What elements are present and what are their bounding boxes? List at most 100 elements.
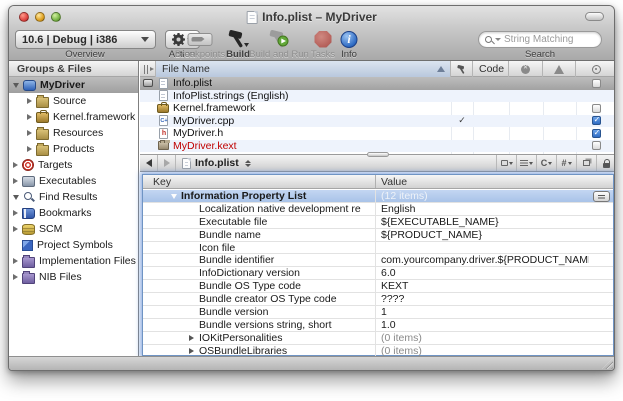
plist-row-iokitpersonalities[interactable]: IOKitPersonalities (0 items): [143, 332, 613, 345]
sidebar-item-implementation-files[interactable]: Implementation Files: [9, 253, 138, 269]
overview-popup[interactable]: 10.6 | Debug | i386: [15, 30, 156, 49]
sidebar-item-executables[interactable]: Executables: [9, 173, 138, 189]
sidebar-item-targets[interactable]: Targets: [9, 157, 138, 173]
sidebar-item-bookmarks[interactable]: Bookmarks: [9, 205, 138, 221]
plist-row-bundle-os-type-code[interactable]: Bundle OS Type code KEXT: [143, 280, 613, 293]
column-header-file-name[interactable]: File Name: [156, 61, 451, 77]
plist-value[interactable]: [381, 242, 589, 254]
plist-value[interactable]: 1.0: [381, 319, 589, 331]
sidebar-item-mydriver[interactable]: MyDriver: [9, 77, 138, 93]
build-button[interactable]: [226, 29, 250, 49]
disclosure-triangle-icon[interactable]: [13, 83, 19, 88]
search-input[interactable]: [504, 34, 588, 45]
target-checkbox[interactable]: [592, 104, 601, 113]
plist-row-bundle-name[interactable]: Bundle name ${PRODUCT_NAME}: [143, 229, 613, 242]
plist-value[interactable]: ????: [381, 293, 589, 305]
titlebar[interactable]: Info.plist – MyDriver: [9, 6, 614, 28]
file-row-info-plist[interactable]: Info.plist: [140, 77, 615, 90]
sidebar-item-kernel-framework[interactable]: Kernel.framework: [9, 109, 138, 125]
target-checkbox[interactable]: [592, 129, 601, 138]
disclosure-triangle-icon[interactable]: [13, 195, 19, 200]
sidebar-item-products[interactable]: Products: [9, 141, 138, 157]
markers-button[interactable]: [516, 155, 536, 171]
file-row-infoplist-strings[interactable]: InfoPlist.strings (English): [140, 90, 615, 103]
plist-row-icon-file[interactable]: Icon file: [143, 242, 613, 255]
file-row-mydriver-cpp[interactable]: MyDriver.cpp ✓: [140, 115, 615, 128]
forward-button[interactable]: [158, 155, 176, 171]
resize-grip[interactable]: [602, 358, 613, 369]
splitter-column-header[interactable]: [140, 61, 156, 77]
split-editor-button[interactable]: [576, 155, 596, 171]
target-checkbox[interactable]: [592, 141, 601, 150]
minimize-button[interactable]: [35, 12, 45, 22]
zoom-button[interactable]: [51, 12, 61, 22]
disclosure-triangle-icon[interactable]: [189, 335, 194, 341]
plist-row-infodictionary-version[interactable]: InfoDictionary version 6.0: [143, 267, 613, 280]
plist-row-bundle-version[interactable]: Bundle version 1: [143, 306, 613, 319]
plist-value[interactable]: (12 items): [381, 190, 589, 202]
sidebar-item-label: Targets: [38, 159, 72, 171]
breakpoints-button[interactable]: [188, 29, 213, 49]
target-checkbox[interactable]: [592, 79, 601, 88]
plist-value[interactable]: ${PRODUCT_NAME}: [381, 229, 589, 241]
file-row-mydriver-h[interactable]: MyDriver.h: [140, 127, 615, 140]
search-field[interactable]: [478, 31, 602, 48]
line-numbers-button[interactable]: #: [556, 155, 576, 171]
disclosure-triangle-icon[interactable]: [13, 162, 18, 168]
toolbar: 10.6 | Debug | i386 Overview Action Brea…: [9, 28, 614, 61]
column-header-target[interactable]: [576, 61, 615, 77]
sidebar-item-scm[interactable]: SCM: [9, 221, 138, 237]
sidebar-item-nib-files[interactable]: NIB Files: [9, 269, 138, 285]
disclosure-triangle-icon[interactable]: [13, 226, 18, 232]
file-popup[interactable]: Info.plist: [176, 157, 257, 169]
disclosure-triangle-icon[interactable]: [13, 274, 18, 280]
plist-value[interactable]: (0 items): [381, 332, 589, 344]
column-header-warnings[interactable]: [543, 61, 576, 77]
plist-row-root[interactable]: Information Property List (12 items): [143, 190, 613, 203]
disclosure-triangle-icon[interactable]: [27, 98, 32, 104]
close-button[interactable]: [19, 12, 29, 22]
column-header-errors[interactable]: [509, 61, 543, 77]
splitter-dimple[interactable]: [367, 152, 389, 157]
plist-value[interactable]: KEXT: [381, 280, 589, 292]
column-header-code[interactable]: Code: [473, 61, 509, 77]
back-button[interactable]: [140, 155, 158, 171]
disclosure-triangle-icon[interactable]: [13, 210, 18, 216]
sidebar-item-find-results[interactable]: Find Results: [9, 189, 138, 205]
disclosure-triangle-icon[interactable]: [27, 114, 32, 120]
sidebar-item-resources[interactable]: Resources: [9, 125, 138, 141]
disclosure-triangle-icon[interactable]: [189, 348, 194, 354]
counterpart-button[interactable]: C: [536, 155, 556, 171]
column-header-value[interactable]: Value: [381, 176, 407, 188]
plist-value[interactable]: 6.0: [381, 267, 589, 279]
disclosure-triangle-icon[interactable]: [27, 130, 32, 136]
target-checkbox[interactable]: [592, 116, 601, 125]
plist-value[interactable]: English: [381, 203, 589, 215]
row-menu-button[interactable]: [593, 191, 610, 202]
disclosure-triangle-icon[interactable]: [27, 146, 32, 152]
toolbar-toggle-pill[interactable]: [585, 12, 604, 21]
file-row-kernel-framework[interactable]: Kernel.framework: [140, 102, 615, 115]
plist-value[interactable]: 1: [381, 306, 589, 318]
plist-value[interactable]: ${EXECUTABLE_NAME}: [381, 216, 589, 228]
plist-row-executable-file[interactable]: Executable file ${EXECUTABLE_NAME}: [143, 216, 613, 229]
sidebar-item-source[interactable]: Source: [9, 93, 138, 109]
info-button[interactable]: i: [341, 29, 358, 49]
plist-value[interactable]: (0 items): [381, 345, 589, 357]
file-row-mydriver-kext[interactable]: MyDriver.kext: [140, 140, 615, 153]
disclosure-triangle-icon[interactable]: [13, 258, 18, 264]
bookmark-button[interactable]: [496, 155, 516, 171]
column-header-build[interactable]: [451, 61, 473, 77]
sidebar-item-project-symbols[interactable]: Project Symbols: [9, 237, 138, 253]
disclosure-triangle-icon[interactable]: [171, 194, 177, 199]
lock-button[interactable]: [596, 155, 615, 171]
plist-row-bundle-identifier[interactable]: Bundle identifier com.yourcompany.driver…: [143, 254, 613, 267]
plist-row-localization[interactable]: Localization native development re Engli…: [143, 203, 613, 216]
build-and-run-button[interactable]: [267, 29, 291, 49]
tasks-button[interactable]: [315, 29, 332, 49]
plist-row-bundle-creator-code[interactable]: Bundle creator OS Type code ????: [143, 293, 613, 306]
disclosure-triangle-icon[interactable]: [13, 178, 18, 184]
plist-row-bundle-versions-short[interactable]: Bundle versions string, short 1.0: [143, 319, 613, 332]
plist-value[interactable]: com.yourcompany.driver.${PRODUCT_NAME:rf…: [381, 254, 589, 266]
column-header-key[interactable]: Key: [153, 176, 171, 188]
